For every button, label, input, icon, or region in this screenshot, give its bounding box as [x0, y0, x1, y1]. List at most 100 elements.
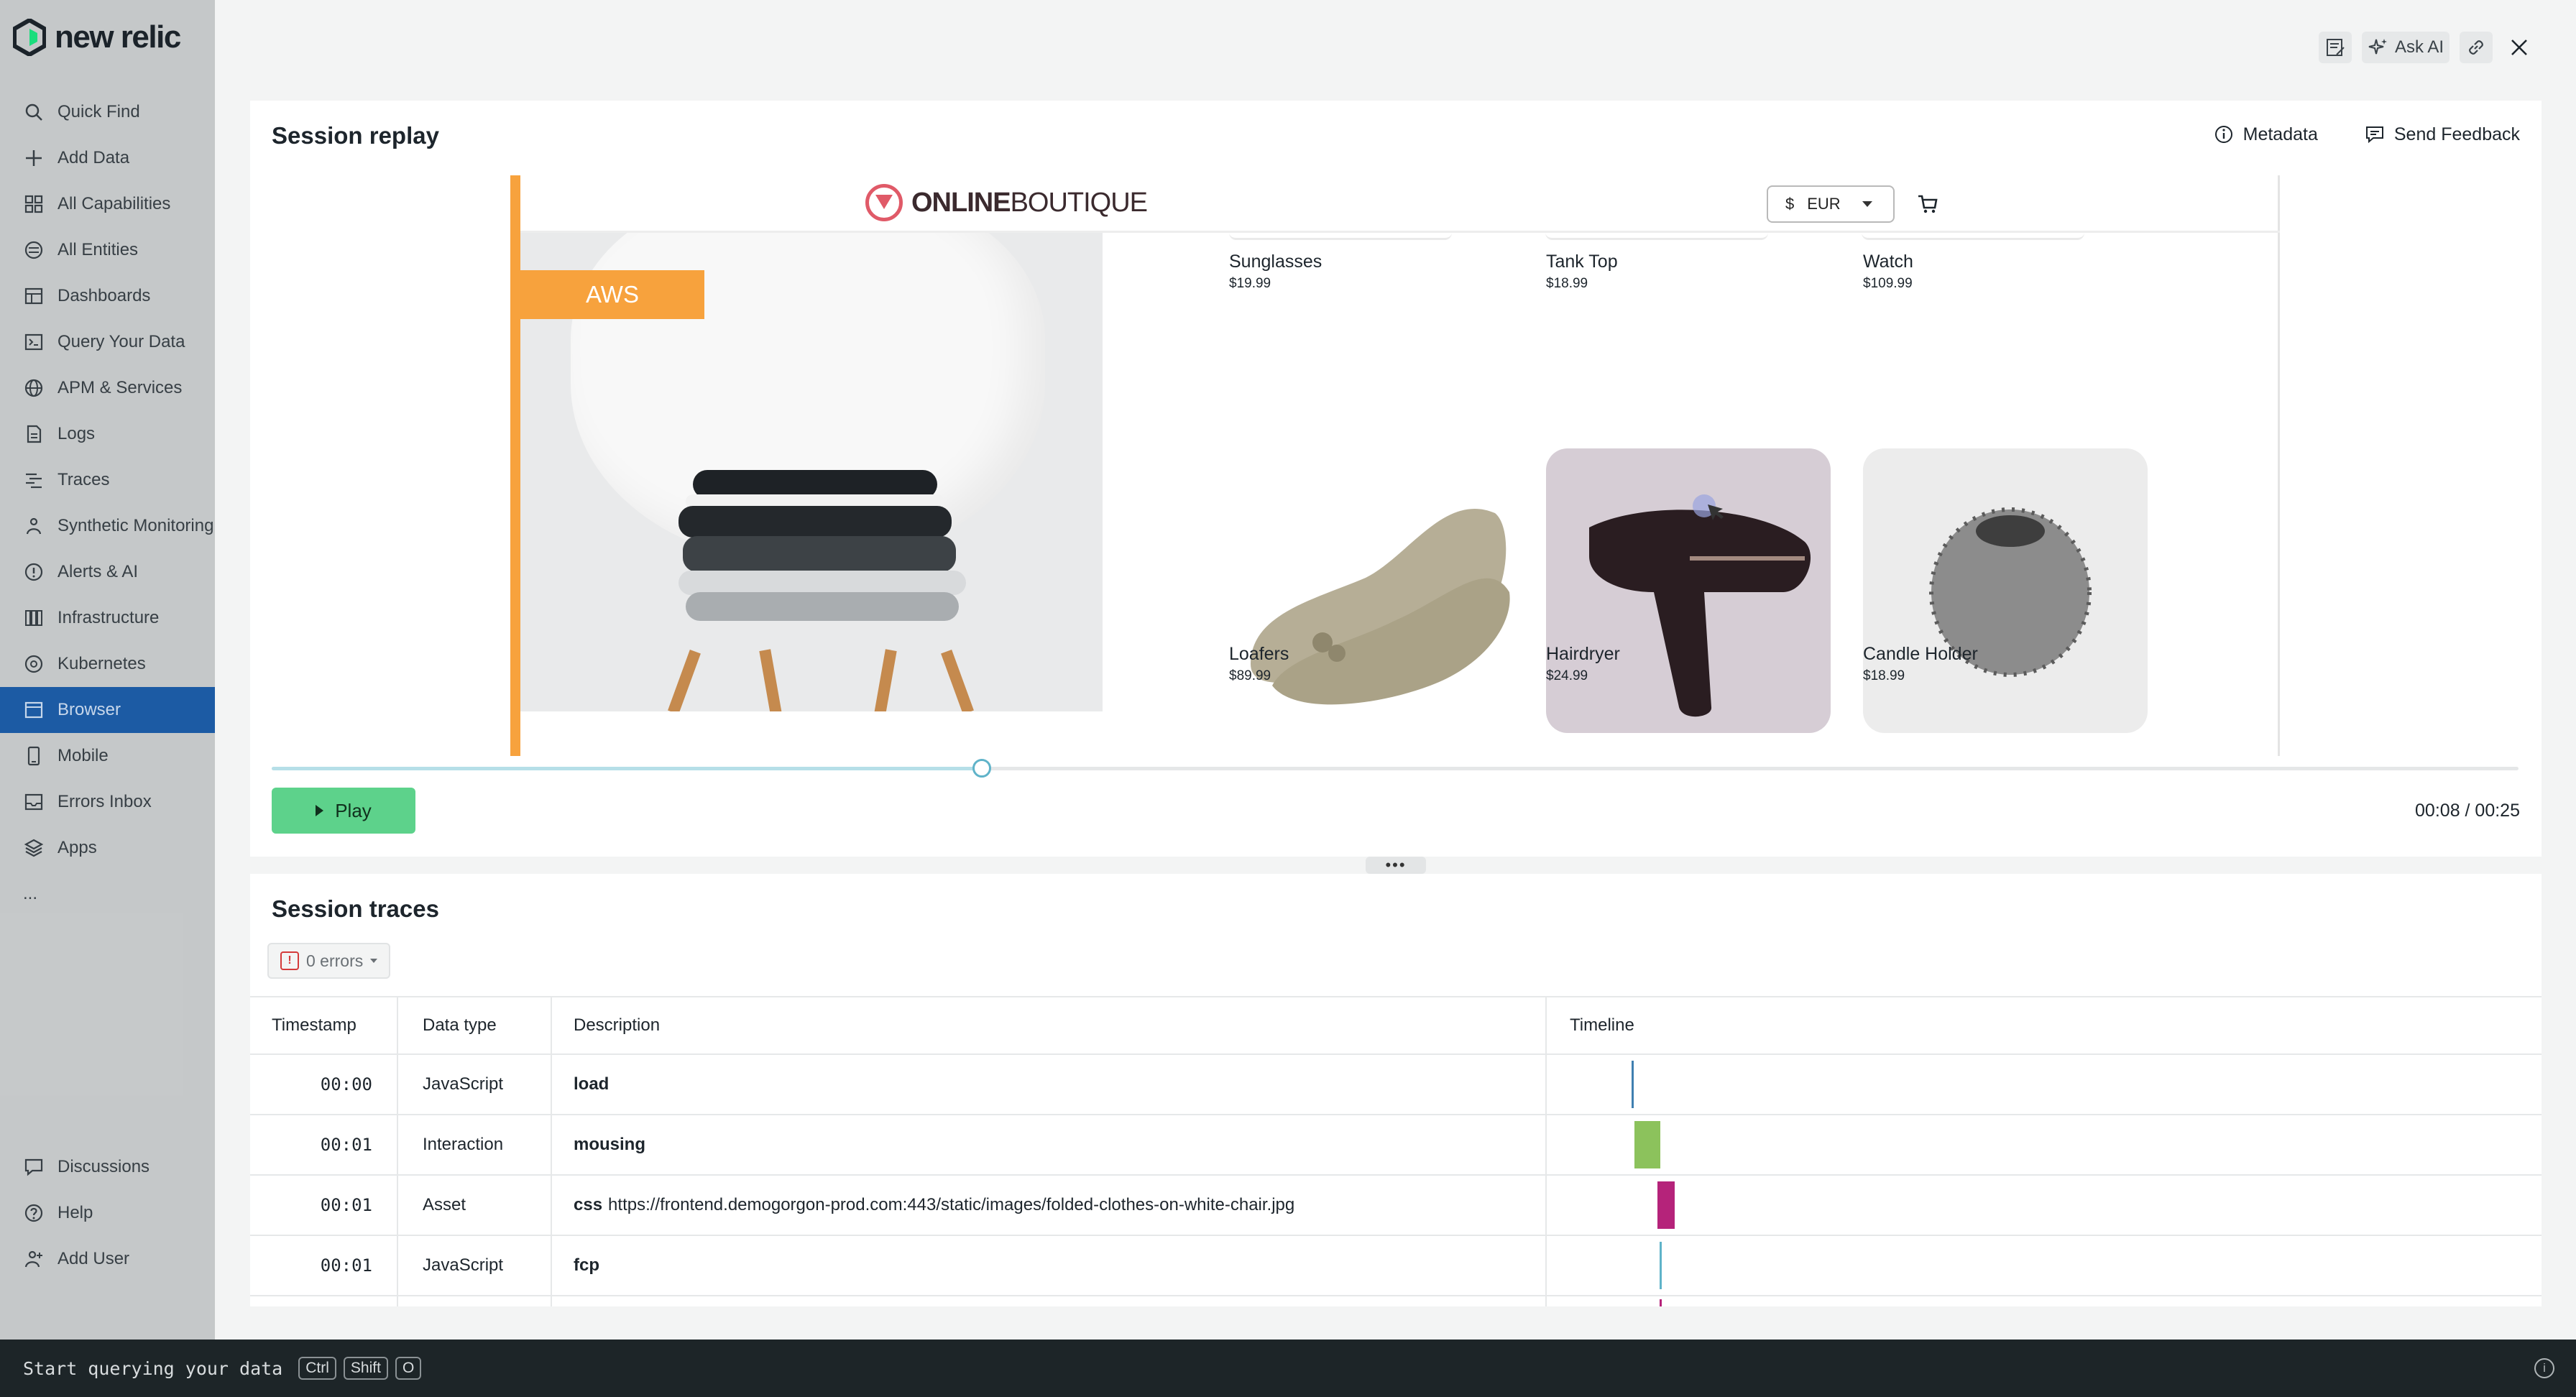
- brand-name: new relic: [55, 19, 181, 55]
- table-row[interactable]: 00:01 Interaction mousing: [250, 1114, 2542, 1174]
- sidebar: new relic Quick Find Add Data All Capabi…: [0, 0, 215, 1340]
- row-timestamp: 00:00: [320, 1074, 372, 1094]
- timeline-bar: [1660, 1299, 1662, 1306]
- boutique-header: ONLINEBOUTIQUE $ EUR: [520, 175, 2280, 233]
- metadata-button[interactable]: Metadata: [2213, 124, 2318, 145]
- sidebar-item-discussions[interactable]: Discussions: [0, 1144, 215, 1190]
- sidebar-item-alerts-ai[interactable]: Alerts & AI: [0, 549, 215, 595]
- row-description-text: https://frontend.demogorgon-prod.com:443…: [608, 1195, 1295, 1214]
- column-header-description[interactable]: Description: [574, 997, 660, 1053]
- sidebar-item-add-user[interactable]: Add User: [0, 1236, 215, 1282]
- replay-viewport[interactable]: ONLINEBOUTIQUE $ EUR AWS Sunglasses $19.…: [510, 175, 2280, 756]
- sidebar-item-mobile[interactable]: Mobile: [0, 733, 215, 779]
- sidebar-item-label: Add User: [58, 1249, 130, 1268]
- sidebar-item-all-capabilities[interactable]: All Capabilities: [0, 181, 215, 227]
- product-name[interactable]: Candle Holder: [1863, 644, 1978, 665]
- sidebar-item-add-data[interactable]: Add Data: [0, 135, 215, 181]
- sidebar-item-more[interactable]: ...: [0, 871, 215, 917]
- product-price: $109.99: [1863, 276, 1913, 291]
- play-button[interactable]: Play: [272, 788, 415, 834]
- close-button[interactable]: [2503, 32, 2536, 63]
- sidebar-item-logs[interactable]: Logs: [0, 411, 215, 457]
- notes-icon: [2326, 39, 2345, 56]
- traces-icon: [23, 469, 45, 491]
- row-description-bold: fcp: [574, 1255, 599, 1275]
- traces-table: Timestamp Data type Description Timeline…: [250, 996, 2542, 1306]
- sidebar-item-label: Apps: [58, 838, 97, 857]
- row-description-bold: load: [574, 1074, 610, 1094]
- row-description: load: [574, 1055, 615, 1114]
- query-prompt: Start querying your data: [23, 1357, 283, 1379]
- currency-symbol: $: [1785, 195, 1795, 213]
- candle-holder-image[interactable]: [1863, 448, 2148, 733]
- product-name[interactable]: Loafers: [1229, 644, 1289, 665]
- sidebar-item-errors-inbox[interactable]: Errors Inbox: [0, 779, 215, 825]
- info-icon[interactable]: i: [2534, 1358, 2554, 1378]
- errors-label: 0 errors: [306, 951, 364, 970]
- sidebar-item-browser[interactable]: Browser: [0, 687, 215, 733]
- sidebar-item-help[interactable]: Help: [0, 1190, 215, 1236]
- new-relic-logo[interactable]: new relic: [13, 16, 181, 59]
- copy-link-button[interactable]: [2460, 32, 2493, 63]
- grid-icon: [23, 193, 45, 215]
- shortcut-key: O: [395, 1357, 422, 1380]
- aws-banner: AWS: [520, 270, 704, 319]
- sidebar-item-label: Query Your Data: [58, 332, 185, 351]
- product-name[interactable]: Tank Top: [1546, 252, 1618, 272]
- product-price: $24.99: [1546, 668, 1588, 683]
- sidebar-item-infrastructure[interactable]: Infrastructure: [0, 595, 215, 641]
- sidebar-item-all-entities[interactable]: All Entities: [0, 227, 215, 273]
- document-icon: [23, 423, 45, 445]
- sidebar-item-apm-services[interactable]: APM & Services: [0, 365, 215, 411]
- ask-ai-button[interactable]: Ask AI: [2361, 32, 2450, 63]
- session-traces-title: Session traces: [272, 895, 439, 922]
- row-timestamp: 00:01: [320, 1255, 372, 1276]
- errors-filter[interactable]: ! 0 errors: [267, 943, 391, 979]
- row-description-bold: mousing: [574, 1135, 645, 1154]
- column-header-timeline[interactable]: Timeline: [1570, 997, 1634, 1053]
- table-row[interactable]: 00:01 JavaScript fcp: [250, 1235, 2542, 1295]
- session-replay-panel: Session replay Metadata Send Feedback ON…: [250, 101, 2542, 857]
- table-row[interactable]: 00:00 JavaScript load: [250, 1053, 2542, 1114]
- product-name[interactable]: Sunglasses: [1229, 252, 1322, 272]
- sidebar-item-synthetic-monitoring[interactable]: Synthetic Monitoring: [0, 503, 215, 549]
- chevron-down-icon: [370, 959, 378, 963]
- globe-icon: [23, 377, 45, 399]
- link-icon: [2469, 40, 2483, 55]
- loafers-image[interactable]: [1229, 448, 1514, 733]
- product-image-edge: [1862, 233, 2084, 240]
- product-price: $89.99: [1229, 668, 1271, 683]
- sidebar-item-label: Errors Inbox: [58, 792, 152, 811]
- row-description: fcp: [574, 1236, 605, 1295]
- send-feedback-button[interactable]: Send Feedback: [2364, 124, 2520, 145]
- sidebar-item-kubernetes[interactable]: Kubernetes: [0, 641, 215, 687]
- query-bar[interactable]: Start querying your data Ctrl Shift O i: [0, 1340, 2576, 1397]
- shortcut-key: Ctrl: [298, 1357, 336, 1380]
- sidebar-item-label: Logs: [58, 424, 96, 443]
- logo-bold-text: ONLINE: [911, 187, 1011, 218]
- row-description: mousing: [574, 1115, 651, 1174]
- cart-icon[interactable]: [1916, 193, 1939, 216]
- product-name[interactable]: Watch: [1863, 252, 1913, 272]
- playback-scrubber[interactable]: [272, 759, 2518, 778]
- hairdryer-image[interactable]: [1546, 448, 1831, 733]
- scrubber-handle[interactable]: [972, 759, 991, 778]
- sidebar-item-label: Help: [58, 1203, 93, 1222]
- panel-resize-handle[interactable]: •••: [1366, 856, 1426, 874]
- sidebar-item-apps[interactable]: Apps: [0, 825, 215, 871]
- sidebar-item-label: Infrastructure: [58, 608, 160, 627]
- sidebar-nav: Quick Find Add Data All Capabilities All…: [0, 89, 215, 917]
- currency-select[interactable]: $ EUR: [1767, 185, 1895, 223]
- sidebar-item-dashboards[interactable]: Dashboards: [0, 273, 215, 319]
- notes-button[interactable]: [2318, 32, 2352, 63]
- currency-value: EUR: [1807, 195, 1841, 213]
- column-header-timestamp[interactable]: Timestamp: [272, 997, 356, 1053]
- sidebar-item-query-your-data[interactable]: Query Your Data: [0, 319, 215, 365]
- sidebar-item-quick-find[interactable]: Quick Find: [0, 89, 215, 135]
- product-name[interactable]: Hairdryer: [1546, 644, 1620, 665]
- sidebar-item-traces[interactable]: Traces: [0, 457, 215, 503]
- table-row[interactable]: 00:01 Asset css https://frontend.demogorg…: [250, 1174, 2542, 1235]
- row-data-type: Interaction: [423, 1135, 504, 1154]
- column-header-data-type[interactable]: Data type: [423, 997, 497, 1053]
- chair-legs: [664, 649, 980, 711]
